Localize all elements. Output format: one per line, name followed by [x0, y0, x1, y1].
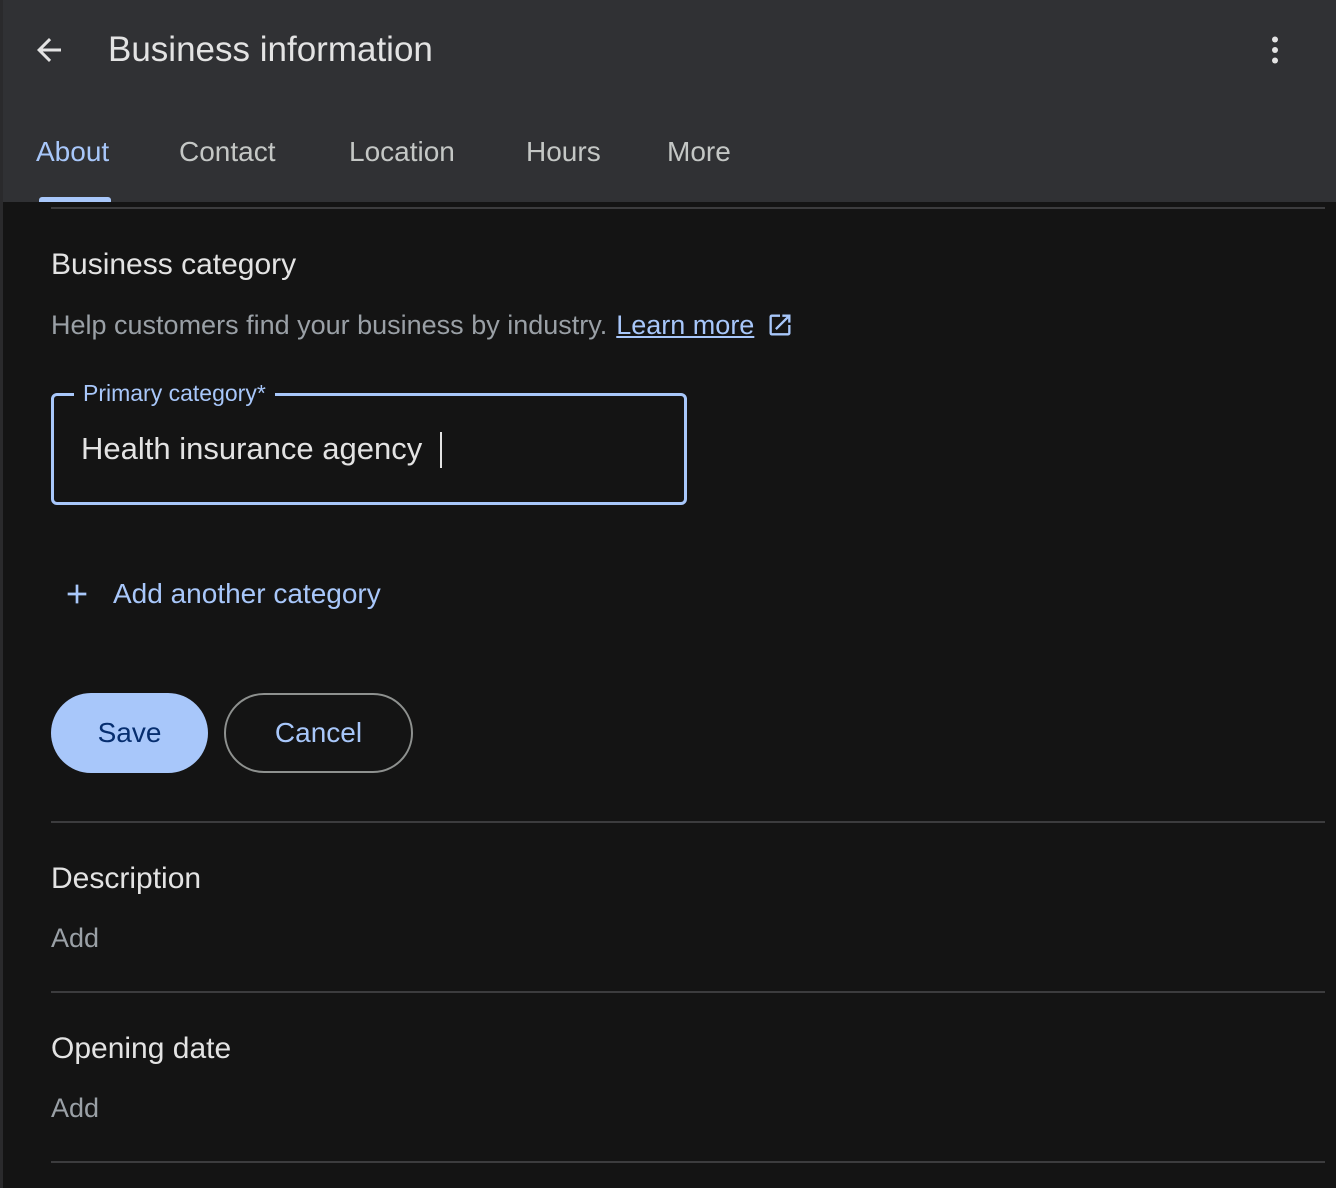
tab-about[interactable]: About [36, 136, 109, 168]
add-opening-date-link[interactable]: Add [51, 1092, 99, 1124]
opening-date-title: Opening date [51, 1032, 232, 1065]
arrow-back-icon [37, 38, 61, 62]
more-vert-icon [1272, 36, 1278, 64]
tab-more[interactable]: More [667, 136, 731, 168]
primary-category-label: Primary category* [74, 379, 275, 407]
helper-text: Help customers find your business by ind… [51, 310, 608, 340]
category-helper-text: Help customers find your business by ind… [51, 308, 794, 342]
business-category-title: Business category [51, 248, 297, 281]
open-in-new-icon[interactable] [766, 311, 794, 339]
tab-contact[interactable]: Contact [179, 136, 276, 168]
add-another-category-label: Add another category [113, 578, 381, 609]
section-divider [51, 207, 1325, 209]
text-caret [440, 432, 442, 468]
business-info-panel: Business information About Contact Locat… [3, 0, 1336, 1188]
tab-hours[interactable]: Hours [526, 136, 601, 168]
primary-category-field[interactable]: Primary category* [51, 379, 687, 505]
back-button[interactable] [25, 26, 73, 74]
section-divider [51, 821, 1325, 823]
save-button[interactable]: Save [51, 693, 208, 773]
section-divider [51, 991, 1325, 993]
add-another-category-button[interactable]: Add another category [61, 574, 381, 614]
tab-location[interactable]: Location [349, 136, 455, 168]
description-title: Description [51, 862, 202, 895]
learn-more-link[interactable]: Learn more [616, 308, 754, 342]
primary-category-input[interactable] [81, 429, 641, 469]
panel-header: Business information About Contact Locat… [3, 0, 1336, 202]
add-description-link[interactable]: Add [51, 922, 99, 954]
page-title: Business information [108, 30, 433, 69]
active-tab-indicator [39, 197, 111, 202]
plus-icon [67, 584, 87, 604]
cancel-button[interactable]: Cancel [224, 693, 413, 773]
more-options-button[interactable] [1251, 26, 1299, 74]
section-divider [51, 1161, 1325, 1163]
